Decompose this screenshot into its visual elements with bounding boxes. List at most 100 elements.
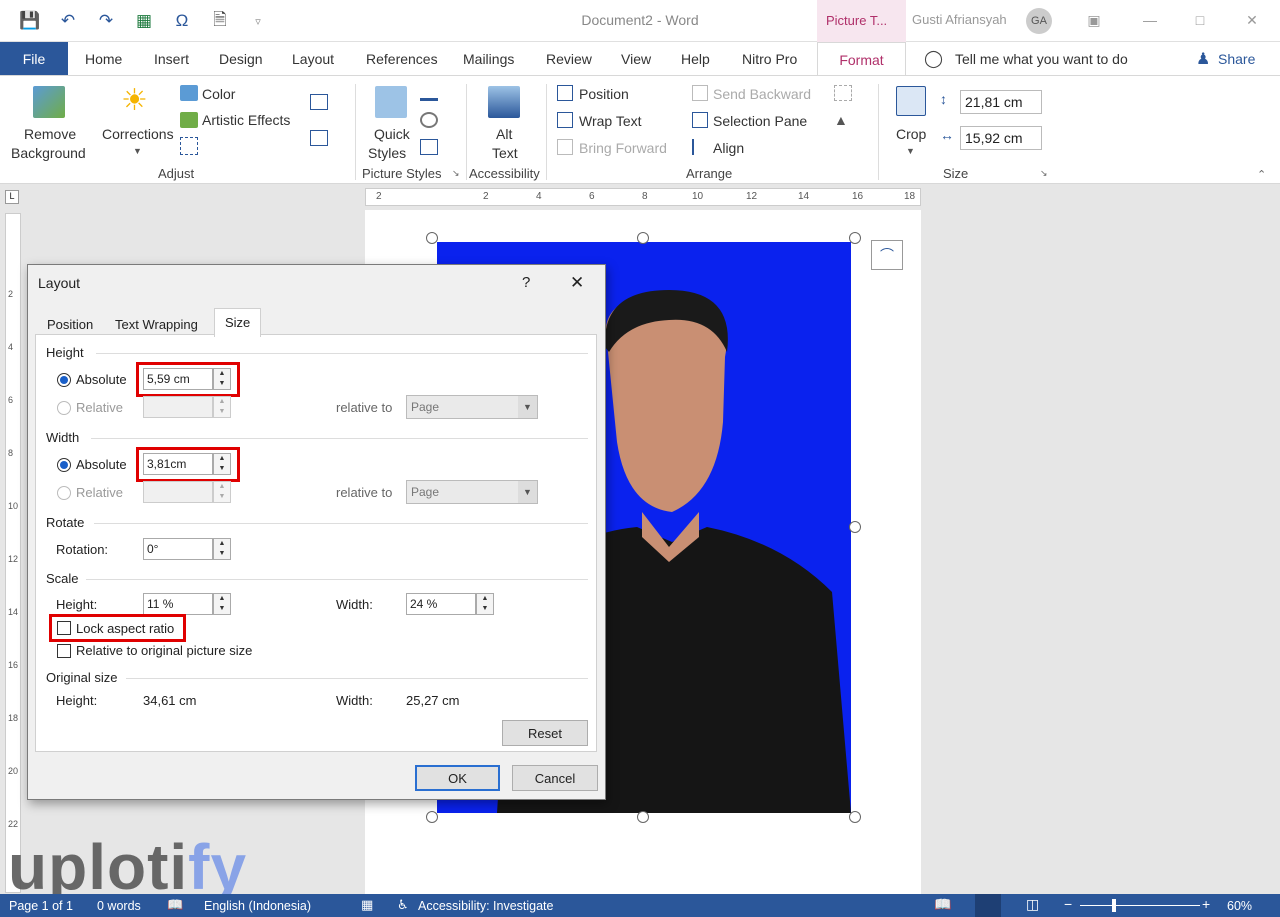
height-relative-label[interactable]: Relative	[76, 400, 123, 415]
position-button[interactable]: Position	[579, 86, 629, 102]
width-relative-radio[interactable]	[57, 486, 71, 500]
tab-help[interactable]: Help	[681, 51, 710, 67]
reset-button[interactable]: Reset	[502, 720, 588, 746]
resize-handle[interactable]	[849, 521, 861, 533]
share-button[interactable]: Share	[1218, 51, 1255, 67]
tab-nitro-pro[interactable]: Nitro Pro	[742, 51, 797, 67]
width-relative-label[interactable]: Relative	[76, 485, 123, 500]
lock-aspect-ratio-checkbox[interactable]	[57, 621, 71, 635]
avatar[interactable]: GA	[1026, 8, 1052, 34]
picture-layout-icon[interactable]	[420, 139, 438, 155]
width-absolute-input[interactable]: 3,81cm	[143, 453, 213, 475]
tab-layout[interactable]: Layout	[292, 51, 334, 67]
scale-height-input[interactable]: 11 %	[143, 593, 213, 615]
resize-handle[interactable]	[426, 811, 438, 823]
width-relative-spinner[interactable]: ▲ ▼	[213, 481, 231, 503]
horizontal-ruler[interactable]: 2 2 4 6 8 10 12 14 16 18	[365, 188, 921, 206]
height-spinner[interactable]: ▲ ▼	[213, 368, 231, 390]
height-relative-radio[interactable]	[57, 401, 71, 415]
rotation-spinner[interactable]: ▲ ▼	[213, 538, 231, 560]
resize-handle[interactable]	[637, 232, 649, 244]
user-name[interactable]: Gusti Afriansyah	[912, 12, 1007, 27]
resize-handle[interactable]	[849, 232, 861, 244]
maximize-icon[interactable]: □	[1190, 10, 1210, 30]
track-changes-icon[interactable]: ▦	[361, 897, 373, 913]
align-button[interactable]: Align	[713, 140, 744, 156]
tab-insert[interactable]: Insert	[154, 51, 189, 67]
height-absolute-input[interactable]: 5,59 cm	[143, 368, 213, 390]
quick-styles-label-1[interactable]: Quick	[374, 126, 410, 142]
width-spinner[interactable]: ▲ ▼	[213, 453, 231, 475]
zoom-out-icon[interactable]: −	[1064, 896, 1072, 912]
tell-me-search[interactable]: Tell me what you want to do	[955, 51, 1128, 67]
quick-styles-label-2[interactable]: Styles	[368, 145, 406, 161]
width-absolute-label[interactable]: Absolute	[76, 457, 127, 472]
shape-width-input[interactable]: 15,92 cm	[960, 126, 1042, 150]
close-window-icon[interactable]: ✕	[1242, 10, 1262, 30]
remove-background-label-2[interactable]: Background	[11, 145, 86, 161]
height-relative-input[interactable]	[143, 396, 213, 418]
picture-effects-icon[interactable]	[420, 112, 438, 128]
web-layout-icon[interactable]: ◫	[1026, 896, 1039, 913]
group-objects-icon[interactable]	[834, 85, 852, 101]
relative-original-size-checkbox[interactable]	[57, 644, 71, 658]
height-absolute-radio[interactable]	[57, 373, 71, 387]
chevron-down-icon[interactable]: ▼	[518, 396, 537, 418]
accessibility-status[interactable]: Accessibility: Investigate	[418, 899, 553, 913]
language-indicator[interactable]: English (Indonesia)	[204, 899, 311, 913]
picture-border-icon[interactable]	[420, 85, 438, 101]
accessibility-icon[interactable]: ♿	[397, 897, 409, 913]
word-count[interactable]: 0 words	[97, 899, 141, 913]
print-layout-icon[interactable]	[975, 894, 1001, 917]
color-button[interactable]: Color	[202, 86, 235, 102]
tab-home[interactable]: Home	[85, 51, 122, 67]
shape-height-input[interactable]: 21,81 cm	[960, 90, 1042, 114]
resize-handle[interactable]	[849, 811, 861, 823]
zoom-slider-thumb[interactable]	[1112, 899, 1116, 912]
scale-height-spinner[interactable]: ▲ ▼	[213, 593, 231, 615]
relative-original-size-label[interactable]: Relative to original picture size	[76, 643, 252, 658]
resize-handle[interactable]	[637, 811, 649, 823]
send-backward-button[interactable]: Send Backward	[713, 86, 811, 102]
width-absolute-radio[interactable]	[57, 458, 71, 472]
artistic-effects-button[interactable]: Artistic Effects	[202, 112, 290, 128]
selection-pane-button[interactable]: Selection Pane	[713, 113, 807, 129]
zoom-slider[interactable]	[1080, 905, 1200, 906]
dialog-launcher-icon[interactable]: ↘	[1040, 168, 1048, 179]
help-button[interactable]: ?	[522, 274, 530, 291]
vertical-ruler[interactable]: 2 4 6 8 10 12 14 16 18 20 22	[5, 213, 21, 893]
tab-size[interactable]: Size	[214, 308, 262, 337]
proofing-icon[interactable]: 📖	[167, 897, 183, 913]
rotation-input[interactable]: 0°	[143, 538, 213, 560]
alt-text-label-2[interactable]: Text	[492, 145, 518, 161]
dialog-launcher-icon[interactable]: ↘	[452, 168, 460, 179]
ok-button[interactable]: OK	[415, 765, 500, 791]
page-count[interactable]: Page 1 of 1	[9, 899, 73, 913]
tab-review[interactable]: Review	[546, 51, 592, 67]
minimize-icon[interactable]: —	[1140, 10, 1160, 30]
cancel-button[interactable]: Cancel	[512, 765, 598, 791]
read-mode-icon[interactable]: 📖	[934, 896, 951, 913]
tab-design[interactable]: Design	[219, 51, 263, 67]
lock-aspect-ratio-label[interactable]: Lock aspect ratio	[76, 621, 174, 636]
tab-references[interactable]: References	[366, 51, 438, 67]
chevron-down-icon[interactable]: ▼	[518, 481, 537, 503]
ribbon-display-options-icon[interactable]: ▣	[1084, 10, 1104, 30]
tab-selector-icon[interactable]: L	[5, 190, 19, 204]
corrections-button[interactable]: Corrections	[102, 126, 174, 142]
layout-options-icon[interactable]: ⌒	[871, 240, 903, 270]
reset-picture-icon[interactable]	[310, 130, 328, 146]
change-picture-icon[interactable]	[180, 137, 198, 155]
zoom-in-icon[interactable]: +	[1202, 896, 1210, 912]
wrap-text-button[interactable]: Wrap Text	[579, 113, 642, 129]
bring-forward-button[interactable]: Bring Forward	[579, 140, 667, 156]
close-icon[interactable]: ✕	[570, 273, 584, 293]
scale-width-spinner[interactable]: ▲ ▼	[476, 593, 494, 615]
resize-handle[interactable]	[426, 232, 438, 244]
collapse-ribbon-icon[interactable]: ⌃	[1257, 168, 1266, 181]
rotate-icon[interactable]: ▲	[834, 112, 852, 128]
zoom-level[interactable]: 60%	[1227, 899, 1252, 913]
tab-format[interactable]: Format	[817, 42, 906, 76]
width-relative-input[interactable]	[143, 481, 213, 503]
height-absolute-label[interactable]: Absolute	[76, 372, 127, 387]
